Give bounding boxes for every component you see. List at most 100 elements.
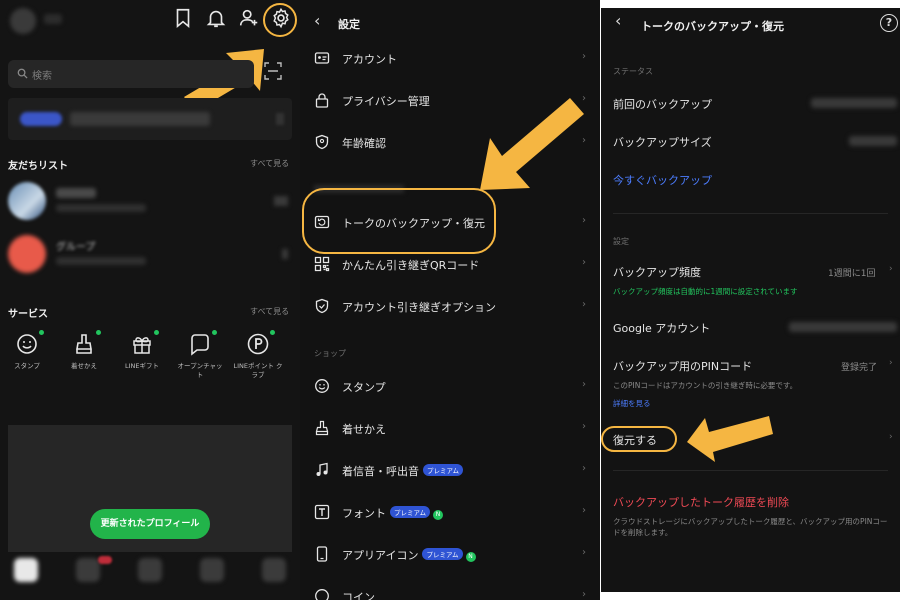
smiley-icon (17, 334, 37, 354)
chevron-right-icon: › (582, 257, 586, 268)
gift-icon (133, 337, 151, 354)
back-arrow-icon[interactable]: ‹ (314, 11, 320, 30)
music-note-icon (316, 462, 328, 476)
row-label: スタンプ (342, 381, 386, 394)
new-dot (39, 330, 44, 335)
wallet-tab-icon[interactable] (262, 558, 286, 582)
service-label: オープンチャット (177, 362, 223, 379)
service-label: 着せかえ (71, 362, 97, 370)
chevron-right-icon: › (582, 299, 586, 310)
friends-see-all-link[interactable]: すべて見る (250, 158, 289, 169)
service-openchat[interactable]: オープンチャット (175, 330, 225, 380)
shield-check-icon (315, 134, 329, 150)
friend-status (56, 204, 146, 212)
shop-row-coin[interactable]: コイン › (300, 580, 600, 600)
shop-row-theme[interactable]: 着せかえ › (300, 412, 600, 444)
shop-row-app-icon[interactable]: アプリアイコン プレミアム N › (300, 538, 600, 570)
chevron-right-icon: › (582, 421, 586, 432)
divider (613, 470, 888, 471)
qr-scan-icon[interactable] (264, 62, 282, 80)
promo-banner[interactable] (8, 98, 292, 140)
friend-row[interactable]: グループ (8, 235, 292, 275)
home-header (0, 0, 300, 40)
delete-note: クラウドストレージにバックアップしたトーク履歴と、バックアップ用のPINコードを… (613, 517, 888, 537)
backup-now-button[interactable]: 今すぐバックアップ (613, 172, 712, 188)
shop-row-stamp[interactable]: スタンプ › (300, 370, 600, 402)
banner-badge (20, 112, 62, 126)
shop-row-font[interactable]: フォント プレミアム N › (300, 496, 600, 528)
chevron-right-icon: › (889, 264, 893, 274)
settings-screen: ‹ 設定 アカウント › プライバシー管理 › 年齢確認 › トークのバックアッ… (300, 0, 600, 600)
news-tab-icon[interactable] (200, 558, 224, 582)
banner-close-icon[interactable] (276, 113, 284, 125)
updated-profile-button[interactable]: 更新されたプロフィール (90, 509, 210, 539)
gear-highlight-circle (263, 3, 297, 37)
font-icon (314, 504, 330, 520)
service-gift[interactable]: LINEギフト (117, 330, 167, 371)
friend-status (56, 257, 146, 265)
chat-tab-icon[interactable] (76, 558, 100, 582)
backup-screen-title: トークのバックアップ・復元 (641, 20, 784, 33)
home-tab-icon[interactable] (14, 558, 38, 582)
settings-header: ‹ 設定 (300, 0, 600, 44)
friend-avatar (8, 235, 46, 273)
settings-row-qr-transfer[interactable]: かんたん引き継ぎQRコード › (300, 248, 600, 280)
backup-frequency-value: 1週間に1回 (828, 269, 876, 279)
row-label: かんたん引き継ぎQRコード (342, 259, 480, 272)
banner-text (70, 112, 210, 126)
lock-icon (315, 93, 329, 108)
chat-badge (98, 556, 112, 564)
friend-count (282, 249, 288, 259)
service-stamp[interactable]: スタンプ (2, 330, 52, 371)
points-icon (247, 333, 269, 355)
chevron-right-icon: › (582, 379, 586, 390)
friend-avatar (8, 182, 46, 220)
home-screen: 検索 友だちリスト すべて見る グループ サービス すべて見る スタンプ 着せか… (0, 0, 300, 600)
settings-row-transfer-options[interactable]: アカウント引き継ぎオプション › (300, 290, 600, 322)
backup-size-label: バックアップサイズ (613, 136, 712, 149)
delete-backup-button[interactable]: バックアップしたトーク履歴を削除 (613, 494, 789, 510)
google-account-row[interactable]: Google アカウント (613, 320, 710, 336)
talk-backup-screen: ‹ トークのバックアップ・復元 ? ステータス 前回のバックアップ バックアップ… (601, 8, 900, 592)
see-details-link[interactable]: 詳細を見る (613, 398, 651, 409)
services-see-all-link[interactable]: すべて見る (250, 306, 289, 317)
row-label: 年齢確認 (342, 137, 386, 150)
premium-badge: プレミアム (423, 464, 464, 476)
arrow-to-restore (687, 416, 773, 462)
row-label-text: 着信音・呼出音 (342, 465, 419, 478)
back-arrow-icon[interactable]: ‹ (615, 11, 621, 30)
row-label: プライバシー管理 (342, 95, 430, 108)
friend-count (274, 196, 288, 206)
row-label: コイン (342, 591, 375, 600)
service-points[interactable]: LINEポイント クラブ (233, 330, 283, 380)
search-input[interactable]: 検索 (8, 60, 254, 88)
premium-badge: プレミアム (390, 506, 431, 518)
bell-icon[interactable] (205, 7, 227, 29)
service-theme[interactable]: 着せかえ (59, 330, 109, 371)
help-icon[interactable]: ? (880, 14, 898, 32)
settings-row-account[interactable]: アカウント › (300, 42, 600, 74)
friend-row[interactable] (8, 182, 292, 222)
status-section-title: ステータス (613, 67, 653, 76)
profile-avatar[interactable] (10, 8, 36, 34)
pin-status: 登録完了 (841, 363, 878, 373)
new-dot (154, 330, 159, 335)
chevron-right-icon: › (582, 463, 586, 474)
shop-section-title: ショップ (314, 349, 346, 358)
shop-row-ringtone[interactable]: 着信音・呼出音 プレミアム › (300, 454, 600, 486)
row-label: 着せかえ (342, 423, 386, 436)
voom-tab-icon[interactable] (138, 558, 162, 582)
chat-bubble-icon (191, 334, 209, 356)
row-label: アカウント引き継ぎオプション (342, 301, 496, 314)
chevron-right-icon: › (582, 51, 586, 62)
add-friend-icon[interactable] (238, 7, 260, 29)
brush-icon (315, 420, 329, 436)
coin-icon (315, 589, 329, 600)
backup-frequency-row[interactable]: バックアップ頻度 (613, 264, 701, 280)
pin-code-row[interactable]: バックアップ用のPINコード (613, 358, 752, 374)
bottom-tab-bar (0, 552, 300, 600)
backup-highlight-pill (302, 188, 496, 254)
chevron-right-icon: › (582, 505, 586, 516)
bookmark-icon[interactable] (172, 7, 194, 29)
services-title: サービス (8, 309, 48, 320)
